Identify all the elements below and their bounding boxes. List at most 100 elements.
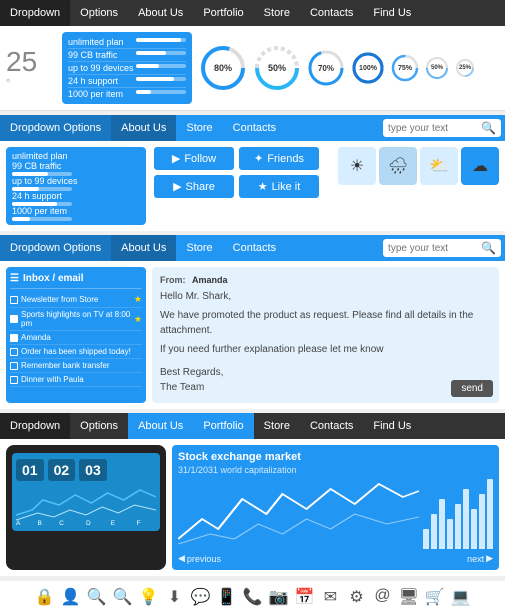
share-button[interactable]: ▶ Share — [154, 175, 234, 198]
stock-panel: Stock exchange market 31/1/2031 world ca… — [172, 445, 499, 570]
phone-icon[interactable]: 📞 — [243, 587, 263, 607]
inbox-item-4[interactable]: Order has been shipped today! — [10, 345, 142, 359]
svg-text:F: F — [137, 520, 141, 525]
nav-item-aboutus-1[interactable]: About Us — [128, 0, 193, 26]
zoom-icon[interactable]: 🔍 — [113, 587, 133, 607]
nav-options-4[interactable]: Options — [70, 413, 128, 439]
mobile-icon[interactable]: 📱 — [217, 587, 237, 607]
bar-3 — [439, 499, 445, 549]
inbox-checkbox-3[interactable] — [10, 334, 18, 342]
nav-portfolio-4[interactable]: Portfolio — [193, 413, 253, 439]
tablet-device: 01 02 03 A B C D E F — [6, 445, 166, 570]
nav-store-3[interactable]: Store — [176, 235, 222, 261]
section3-body: ☰ Inbox / email Newsletter from Store ★ … — [0, 261, 505, 409]
settings-icon[interactable]: ⚙ — [347, 587, 367, 607]
nav-contacts-3[interactable]: Contacts — [223, 235, 286, 261]
search-icon-3[interactable]: 🔍 — [481, 241, 496, 255]
star-icon-1[interactable]: ★ — [134, 294, 142, 305]
circle-50: 50% — [252, 43, 302, 93]
inbox-item-3[interactable]: Amanda — [10, 331, 142, 345]
bar-chart — [423, 479, 493, 549]
at-icon[interactable]: @ — [373, 587, 393, 607]
nav-dropdown-options-2[interactable]: Dropdown Options — [0, 115, 111, 141]
nav-contacts-4[interactable]: Contacts — [300, 413, 363, 439]
overcast-icon: ☁ — [472, 156, 488, 176]
inbox-checkbox-1[interactable] — [10, 296, 18, 304]
calendar-icon[interactable]: 📅 — [295, 587, 315, 607]
like-icon: ★ — [258, 180, 268, 193]
stats-panel-1: unlimited plan 99 CB traffic up to 99 de… — [62, 32, 192, 104]
nav-contacts-2[interactable]: Contacts — [223, 115, 286, 141]
search-box-3[interactable]: 🔍 — [383, 239, 501, 257]
nav-aboutus-4[interactable]: About Us — [128, 413, 193, 439]
inbox-item-6[interactable]: Dinner with Paula — [10, 373, 142, 387]
nav-item-store-1[interactable]: Store — [254, 0, 300, 26]
camera-icon[interactable]: 📷 — [269, 587, 289, 607]
inbox-item-5[interactable]: Remember bank transfer — [10, 359, 142, 373]
inbox-checkbox-5[interactable] — [10, 362, 18, 370]
search-input-2[interactable] — [388, 123, 478, 134]
nav-item-options-1[interactable]: Options — [70, 0, 128, 26]
weather-tile-sun: ☀ — [338, 147, 376, 185]
inbox-menu-icon: ☰ — [10, 273, 19, 284]
svg-text:A: A — [16, 520, 21, 525]
nav-dropdown-4[interactable]: Dropdown — [0, 413, 70, 439]
section2: Dropdown Options About Us Store Contacts… — [0, 115, 505, 231]
likeit-button[interactable]: ★ Like it — [239, 175, 319, 198]
stats-panel-2: unlimited plan 99 CB traffic up to 99 de… — [6, 147, 146, 225]
circle-80: 80% — [198, 43, 248, 93]
section4-body: 01 02 03 A B C D E F Stock exchange m — [0, 439, 505, 576]
message-icon[interactable]: ✉ — [321, 587, 341, 607]
stock-charts — [178, 479, 493, 549]
nav-item-dropdown-1[interactable]: Dropdown — [0, 0, 70, 26]
nav-item-findus-1[interactable]: Find Us — [363, 0, 421, 26]
friends-button[interactable]: ✦ Friends — [239, 147, 319, 170]
weather-tile-cloud: ⛅ — [420, 147, 458, 185]
stat2-row-3: up to 99 devices — [12, 176, 140, 191]
star-icon-2[interactable]: ★ — [134, 314, 142, 325]
download-icon[interactable]: ⬇ — [165, 587, 185, 607]
circles-row: 80% 50% 70% 100% 75% — [198, 43, 476, 93]
counter-02: 02 — [48, 459, 76, 481]
stat2-row-1: unlimited plan — [12, 151, 140, 161]
nav-store-4[interactable]: Store — [254, 413, 300, 439]
bar-1 — [423, 529, 429, 549]
counter-03: 03 — [79, 459, 107, 481]
nav-dropdown-options-3[interactable]: Dropdown Options — [0, 235, 111, 261]
inbox-checkbox-6[interactable] — [10, 376, 18, 384]
nav-aboutus-3[interactable]: About Us — [111, 235, 176, 261]
search-icon-bar[interactable]: 🔍 — [87, 587, 107, 607]
svg-text:D: D — [86, 520, 91, 525]
search-box-2[interactable]: 🔍 — [383, 119, 501, 137]
send-button[interactable]: send — [451, 380, 493, 397]
inbox-checkbox-2[interactable] — [10, 315, 18, 323]
nav-store-2[interactable]: Store — [176, 115, 222, 141]
nav-item-contacts-1[interactable]: Contacts — [300, 0, 363, 26]
stat-row-3: up to 99 devices — [68, 62, 186, 75]
search-input-3[interactable] — [388, 243, 478, 254]
follow-button[interactable]: ▶ Follow — [154, 147, 234, 170]
search-icon-2[interactable]: 🔍 — [481, 121, 496, 135]
next-button[interactable]: next ▶ — [467, 553, 493, 564]
inbox-panel: ☰ Inbox / email Newsletter from Store ★ … — [6, 267, 146, 403]
tablet-icon[interactable]: 💻 — [451, 587, 471, 607]
user-icon[interactable]: 👤 — [61, 587, 81, 607]
nav-findus-4[interactable]: Find Us — [363, 413, 421, 439]
section1: Dropdown Options About Us Portfolio Stor… — [0, 0, 505, 111]
nav-item-portfolio-1[interactable]: Portfolio — [193, 0, 253, 26]
inbox-checkbox-4[interactable] — [10, 348, 18, 356]
nav-bar-3: Dropdown Options About Us Store Contacts… — [0, 235, 505, 261]
circle-100: 100% — [350, 50, 386, 86]
inbox-item-1[interactable]: Newsletter from Store ★ — [10, 292, 142, 308]
prev-button[interactable]: ◀ previous — [178, 553, 221, 564]
email-body: Hello Mr. Shark, We have promoted the pr… — [160, 289, 491, 395]
monitor-icon[interactable]: 🖥 — [399, 587, 419, 607]
chat-icon[interactable]: 💬 — [191, 587, 211, 607]
inbox-item-2[interactable]: Sports highlights on TV at 8:00 pm ★ — [10, 308, 142, 331]
nav-aboutus-2[interactable]: About Us — [111, 115, 176, 141]
stat-row-2: 99 CB traffic — [68, 49, 186, 62]
idea-icon[interactable]: 💡 — [139, 587, 159, 607]
cart-icon[interactable]: 🛒 — [425, 587, 445, 607]
stock-nav: ◀ previous next ▶ — [178, 553, 493, 564]
lock-icon[interactable]: 🔒 — [35, 587, 55, 607]
